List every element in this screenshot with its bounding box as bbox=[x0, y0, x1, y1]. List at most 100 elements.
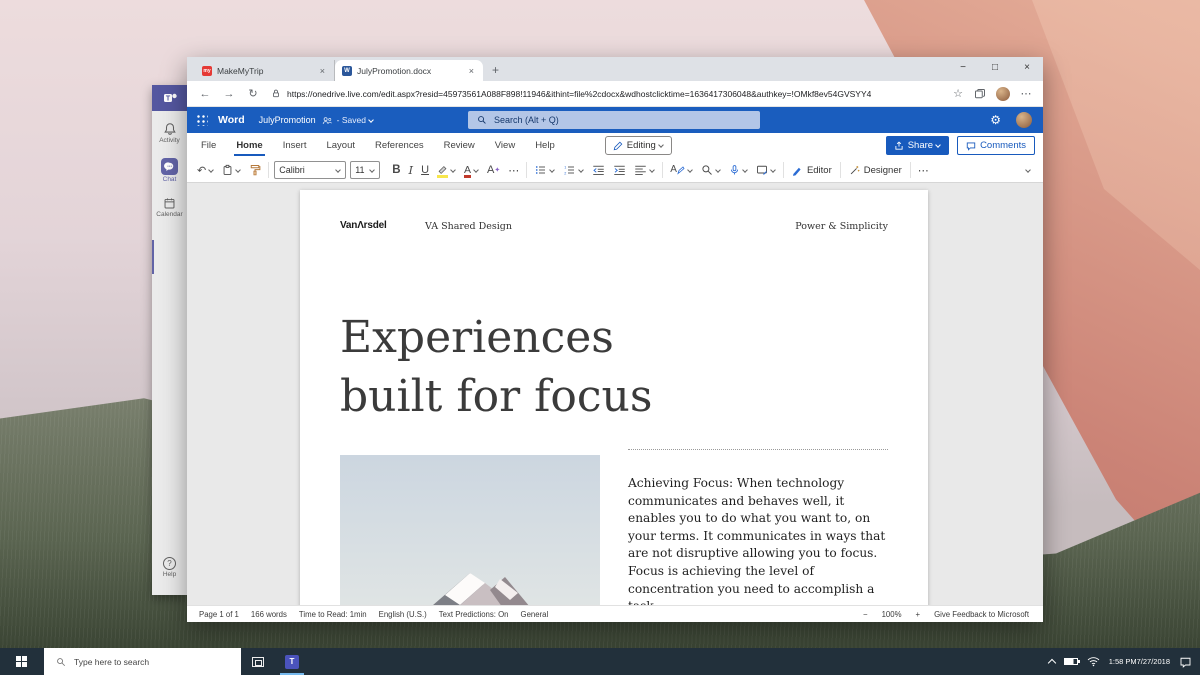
body-paragraph[interactable]: Achieving Focus: When technology communi… bbox=[628, 475, 888, 605]
dictate-button[interactable] bbox=[725, 158, 752, 182]
document-page[interactable]: VanΛrsdel VA Shared Design Power & Simpl… bbox=[300, 190, 928, 605]
refresh-button[interactable]: ↻ bbox=[241, 87, 265, 100]
app-launcher-icon[interactable] bbox=[196, 114, 208, 126]
toolbar-overflow-button[interactable]: ⋯ bbox=[914, 158, 933, 182]
document-text-column[interactable]: Achieving Focus: When technology communi… bbox=[628, 449, 888, 605]
comments-button[interactable]: Comments bbox=[957, 136, 1035, 155]
pencil-icon bbox=[613, 141, 623, 151]
zoom-out-button[interactable]: − bbox=[863, 610, 868, 619]
sensitivity-label[interactable]: General bbox=[521, 610, 549, 619]
time-to-read[interactable]: Time to Read: 1min bbox=[299, 610, 367, 619]
sidebar-item-calendar[interactable]: Calendar bbox=[152, 197, 187, 218]
more-font-options-button[interactable]: ⋯ bbox=[504, 158, 523, 182]
sensitivity-button[interactable] bbox=[752, 158, 780, 182]
zoom-in-button[interactable]: + bbox=[916, 610, 921, 619]
task-view-button[interactable] bbox=[241, 648, 275, 675]
text-effects-button[interactable]: A✦ bbox=[483, 158, 504, 182]
decrease-indent-button[interactable] bbox=[588, 158, 609, 182]
account-avatar[interactable] bbox=[1016, 112, 1032, 128]
italic-button[interactable]: I bbox=[405, 158, 418, 182]
word-search-box[interactable]: Search (Alt + Q) bbox=[468, 111, 760, 129]
start-button[interactable] bbox=[0, 656, 44, 668]
document-name[interactable]: JulyPromotion bbox=[259, 115, 316, 125]
taskbar-teams-button[interactable]: T bbox=[275, 648, 309, 675]
format-painter-button[interactable] bbox=[245, 158, 265, 182]
settings-gear-icon[interactable]: ⚙ bbox=[990, 113, 1001, 127]
find-button[interactable] bbox=[697, 158, 725, 182]
bold-button[interactable]: B bbox=[388, 158, 404, 182]
collapse-ribbon-button[interactable] bbox=[1019, 158, 1035, 182]
chevron-down-icon bbox=[549, 167, 555, 173]
url-field[interactable]: https://onedrive.live.com/edit.aspx?resi… bbox=[271, 88, 947, 99]
taskbar-search-box[interactable]: Type here to search bbox=[44, 648, 241, 675]
tab-close-icon[interactable]: × bbox=[467, 66, 476, 76]
header-center-text[interactable]: VA Shared Design bbox=[425, 221, 512, 232]
browser-tab-julypromotion[interactable]: W JulyPromotion.docx × bbox=[335, 60, 483, 81]
tab-home[interactable]: Home bbox=[226, 133, 272, 158]
page-count[interactable]: Page 1 of 1 bbox=[199, 610, 239, 619]
close-button[interactable]: × bbox=[1011, 57, 1043, 81]
collections-icon[interactable] bbox=[974, 88, 986, 100]
tab-file[interactable]: File bbox=[191, 133, 226, 158]
action-center-button[interactable] bbox=[1179, 656, 1192, 668]
feedback-link[interactable]: Give Feedback to Microsoft bbox=[934, 610, 1029, 619]
word-status-bar: Page 1 of 1 166 words Time to Read: 1min… bbox=[187, 605, 1043, 622]
tab-view[interactable]: View bbox=[485, 133, 525, 158]
underline-button[interactable]: U bbox=[417, 158, 433, 182]
tab-review[interactable]: Review bbox=[434, 133, 485, 158]
share-button[interactable]: Share bbox=[886, 136, 949, 155]
minimize-button[interactable]: − bbox=[947, 57, 979, 81]
teams-logo[interactable]: T bbox=[152, 85, 187, 111]
undo-button[interactable]: ↶ bbox=[193, 158, 218, 182]
paste-button[interactable] bbox=[218, 158, 245, 182]
maximize-button[interactable]: □ bbox=[979, 57, 1011, 81]
tab-references[interactable]: References bbox=[365, 133, 434, 158]
sidebar-item-help[interactable]: ? Help bbox=[152, 557, 187, 578]
font-name-select[interactable]: Calibri bbox=[274, 161, 346, 179]
document-title[interactable]: Experiences built for focus bbox=[340, 308, 652, 426]
brand-logo[interactable]: VanΛrsdel bbox=[340, 220, 387, 231]
text-predictions[interactable]: Text Predictions: On bbox=[439, 610, 509, 619]
tray-expand-button[interactable] bbox=[1049, 657, 1055, 666]
highlight-color-button[interactable] bbox=[433, 158, 460, 182]
sidebar-item-chat[interactable]: Chat bbox=[152, 158, 187, 183]
browser-profile-avatar[interactable] bbox=[996, 87, 1010, 101]
sidebar-item-activity[interactable]: Activity bbox=[152, 122, 187, 144]
divider bbox=[268, 162, 269, 178]
browser-tab-makemytrip[interactable]: my MakeMyTrip × bbox=[195, 60, 335, 81]
editor-button[interactable]: Editor bbox=[787, 165, 837, 176]
word-app-name[interactable]: Word bbox=[218, 114, 245, 126]
favorites-star-icon[interactable]: ☆ bbox=[947, 87, 969, 100]
document-canvas[interactable]: VanΛrsdel VA Shared Design Power & Simpl… bbox=[187, 183, 1043, 605]
forward-button[interactable]: → bbox=[217, 88, 241, 100]
save-status[interactable]: - Saved bbox=[337, 115, 374, 125]
editing-mode-button[interactable]: Editing bbox=[605, 136, 672, 155]
font-size-select[interactable]: 11 bbox=[350, 161, 380, 179]
action-center-icon bbox=[1179, 656, 1192, 668]
language[interactable]: English (U.S.) bbox=[379, 610, 427, 619]
header-right-text[interactable]: Power & Simplicity bbox=[795, 221, 888, 232]
increase-indent-button[interactable] bbox=[609, 158, 630, 182]
tab-close-icon[interactable]: × bbox=[318, 66, 327, 76]
shared-people-icon[interactable] bbox=[321, 115, 333, 126]
tab-insert[interactable]: Insert bbox=[273, 133, 317, 158]
zoom-level[interactable]: 100% bbox=[882, 610, 902, 619]
battery-status[interactable] bbox=[1064, 658, 1078, 665]
designer-button[interactable]: Designer bbox=[844, 165, 907, 176]
alignment-button[interactable] bbox=[630, 158, 659, 182]
tab-layout[interactable]: Layout bbox=[316, 133, 365, 158]
styles-button[interactable]: A bbox=[666, 158, 697, 182]
document-photo[interactable] bbox=[340, 455, 600, 605]
document-header[interactable]: VanΛrsdel VA Shared Design Power & Simpl… bbox=[340, 220, 888, 234]
font-color-button[interactable]: A bbox=[460, 158, 483, 182]
taskbar-clock[interactable]: 1:58 PM 7/27/2018 bbox=[1109, 657, 1170, 666]
word-count[interactable]: 166 words bbox=[251, 610, 287, 619]
new-tab-button[interactable]: + bbox=[483, 60, 508, 81]
back-button[interactable]: ← bbox=[193, 88, 217, 100]
bullets-button[interactable] bbox=[530, 158, 559, 182]
browser-menu-icon[interactable]: ⋯ bbox=[1015, 87, 1037, 100]
chevron-down-icon bbox=[770, 167, 776, 173]
tab-help[interactable]: Help bbox=[525, 133, 565, 158]
network-status[interactable] bbox=[1087, 656, 1100, 667]
numbering-button[interactable]: 1 2 bbox=[559, 158, 588, 182]
